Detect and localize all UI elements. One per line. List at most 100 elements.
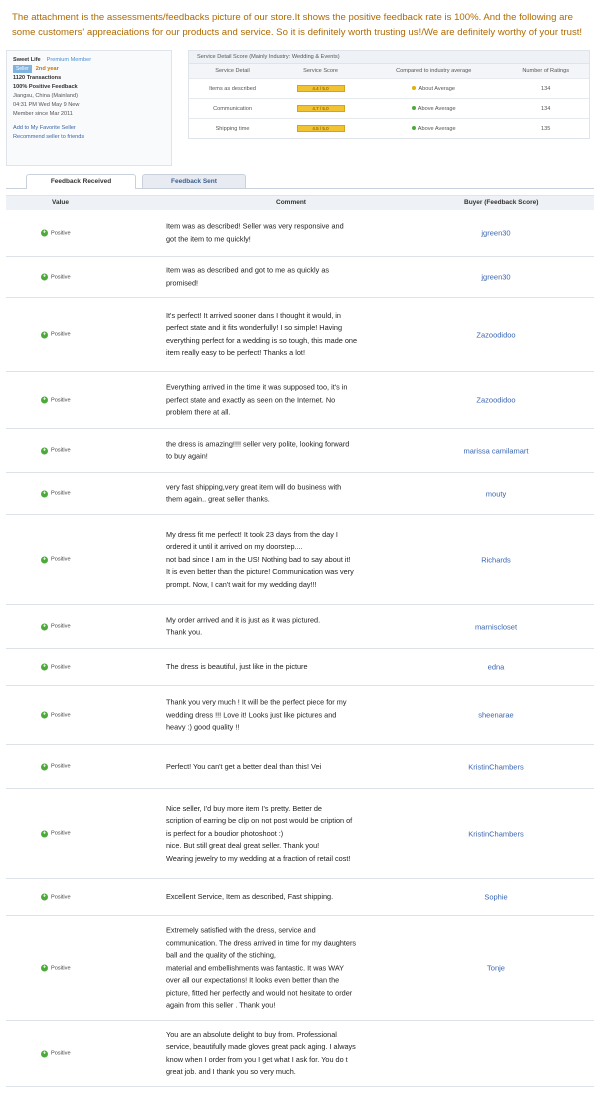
feedback-value-label: Positive [51, 447, 71, 454]
feedback-value: + Positive [41, 490, 71, 497]
service-detail-score-table: Service Detail Score (Mainly Industry: W… [188, 50, 590, 139]
buyer-link[interactable]: Zazoodidoo [426, 396, 566, 405]
dsr-row: Shipping time 4.5 / 5.0 Above Average 13… [189, 118, 589, 138]
feedback-value-label: Positive [51, 230, 71, 236]
positive-icon: + [41, 964, 48, 972]
positive-icon: + [41, 396, 48, 404]
dsr-row: Communication 4.7 / 5.0 Above Average 13… [189, 98, 589, 119]
dsr-compare: About Average [418, 85, 456, 92]
buyer-link[interactable]: marniscloset [426, 622, 566, 631]
feedback-value-label: Positive [51, 1050, 71, 1057]
positive-icon: + [41, 663, 48, 671]
positive-icon: + [41, 623, 48, 630]
feedback-comment: Perfect! You can't get a better deal tha… [166, 761, 322, 771]
dsr-col-compare: Compared to industry average [365, 63, 503, 79]
feedback-comment: The dress is beautiful, just like in the… [166, 661, 308, 671]
buyer-link[interactable]: edna [426, 663, 566, 672]
feedback-value-label: Positive [51, 894, 71, 900]
feedback-row: + Positive It's perfect! It arrived sooner… [6, 298, 594, 372]
positive-icon: + [41, 763, 48, 770]
buyer-link[interactable]: Richards [426, 555, 566, 564]
feedback-comment: very fast shipping,very great item will … [166, 482, 342, 504]
seller-feedback-rate: 100% Positive Feedback [13, 84, 78, 90]
feedback-value-label: Positive [51, 763, 71, 770]
feedback-comment: My dress fit me perfect! It took 23 days… [166, 529, 354, 589]
dsr-detail: Communication [189, 98, 277, 119]
dsr-detail: Items as described [189, 78, 277, 99]
intro-text: The attachment is the assessments/feedba… [12, 12, 583, 38]
feedback-row: + Positive Item was as described and got t… [6, 257, 594, 298]
seller-years: 2nd year [35, 66, 59, 72]
tab-feedback-sent[interactable]: Feedback Sent [142, 174, 246, 188]
seller-local-time: 04:31 PM Wed May 9 New [13, 102, 80, 108]
feedback-value-label: Positive [51, 397, 71, 403]
feedback-list: + Positive Item was as described! Seller w… [6, 210, 594, 1087]
buyer-link[interactable]: Tonje [426, 964, 566, 973]
seller-transactions: 1120 Transactions [13, 75, 62, 81]
feedback-value: + Positive [41, 447, 71, 454]
feedback-row: + Positive The dress is beautiful, just li… [6, 649, 594, 686]
seller-location: Jiangsu, China (Mainland) [13, 93, 78, 99]
feedback-comment: Excellent Service, Item as described, Fa… [166, 891, 334, 901]
buyer-link[interactable]: KristinChambers [426, 829, 566, 838]
positive-icon: + [41, 830, 48, 837]
buyer-link[interactable]: KristinChambers [426, 762, 566, 771]
feedback-tabs: Feedback Received Feedback Sent [6, 170, 594, 189]
feedback-row: + Positive My order arrived and it is just… [6, 605, 594, 649]
score-bar: 4.4 / 5.0 [296, 85, 345, 92]
dsr-ratings: 134 [502, 78, 589, 99]
col-comment: Comment [276, 199, 306, 206]
feedback-row: + Positive My dress fit me perfect! It too… [6, 515, 594, 605]
col-value: Value [52, 199, 69, 206]
feedback-value-label: Positive [51, 331, 71, 338]
feedback-value-label: Positive [51, 274, 71, 280]
positive-icon: + [41, 273, 48, 281]
feedback-row: + Positive the dress is amazing!!!! seller… [6, 429, 594, 473]
feedback-comment: Extremely satisfied with the dress, serv… [166, 925, 357, 1010]
buyer-link[interactable]: sheenarae [426, 711, 566, 720]
feedback-value: + Positive [41, 331, 71, 338]
tab-feedback-received[interactable]: Feedback Received [26, 174, 136, 189]
positive-icon: + [41, 331, 48, 338]
feedback-value-label: Positive [51, 664, 71, 670]
feedback-value-label: Positive [51, 830, 71, 837]
feedback-value-label: Positive [51, 623, 71, 630]
positive-icon: + [41, 447, 48, 454]
feedback-value: + Positive [41, 893, 71, 901]
feedback-value: + Positive [41, 229, 71, 237]
positive-icon: + [41, 711, 48, 719]
buyer-link[interactable]: Zazoodidoo [426, 330, 566, 339]
feedback-value: + Positive [41, 1050, 71, 1057]
dsr-col-detail: Service Detail [189, 63, 277, 79]
feedback-row: + Positive Everything arrived in the time … [6, 372, 594, 429]
feedback-value: + Positive [41, 711, 71, 719]
feedback-row: + Positive Perfect! You can't get a better… [6, 745, 594, 789]
feedback-comment: Thank you very much ! It will be the per… [166, 697, 347, 732]
buyer-link[interactable]: Sophie [426, 893, 566, 902]
feedback-value: + Positive [41, 663, 71, 671]
feedback-comment: the dress is amazing!!!! seller very pol… [166, 439, 350, 461]
feedback-value: + Positive [41, 964, 71, 972]
add-favorite-seller-link[interactable]: Add to My Favorite Seller [13, 124, 165, 133]
seller-member-since: Member since Mar 2011 [13, 111, 73, 117]
positive-icon: + [41, 556, 48, 563]
buyer-link[interactable]: marissa camilamart [426, 446, 566, 455]
seller-name[interactable]: Sweet Life [13, 57, 41, 63]
dsr-compare: Above Average [417, 125, 456, 132]
positive-icon: + [41, 229, 48, 237]
feedback-comment: Everything arrived in the time it was su… [166, 382, 348, 417]
dsr-ratings: 134 [502, 98, 589, 119]
dsr-col-ratings: Number of Ratings [502, 63, 589, 79]
recommend-seller-link[interactable]: Recommend seller to friends [13, 133, 165, 142]
feedback-value: + Positive [41, 623, 71, 630]
above-average-icon [411, 106, 416, 111]
feedback-value: + Positive [41, 273, 71, 281]
buyer-link[interactable]: jgreen30 [426, 229, 566, 238]
feedback-row: + Positive Excellent Service, Item as desc… [6, 879, 594, 916]
feedback-value-label: Positive [51, 490, 71, 497]
buyer-link[interactable]: jgreen30 [426, 273, 566, 282]
buyer-link[interactable]: mouty [426, 489, 566, 498]
feedback-row: + Positive very fast shipping,very great i… [6, 473, 594, 515]
dsr-title: Service Detail Score (Mainly Industry: W… [189, 51, 589, 63]
col-buyer: Buyer (Feedback Score) [464, 199, 539, 206]
